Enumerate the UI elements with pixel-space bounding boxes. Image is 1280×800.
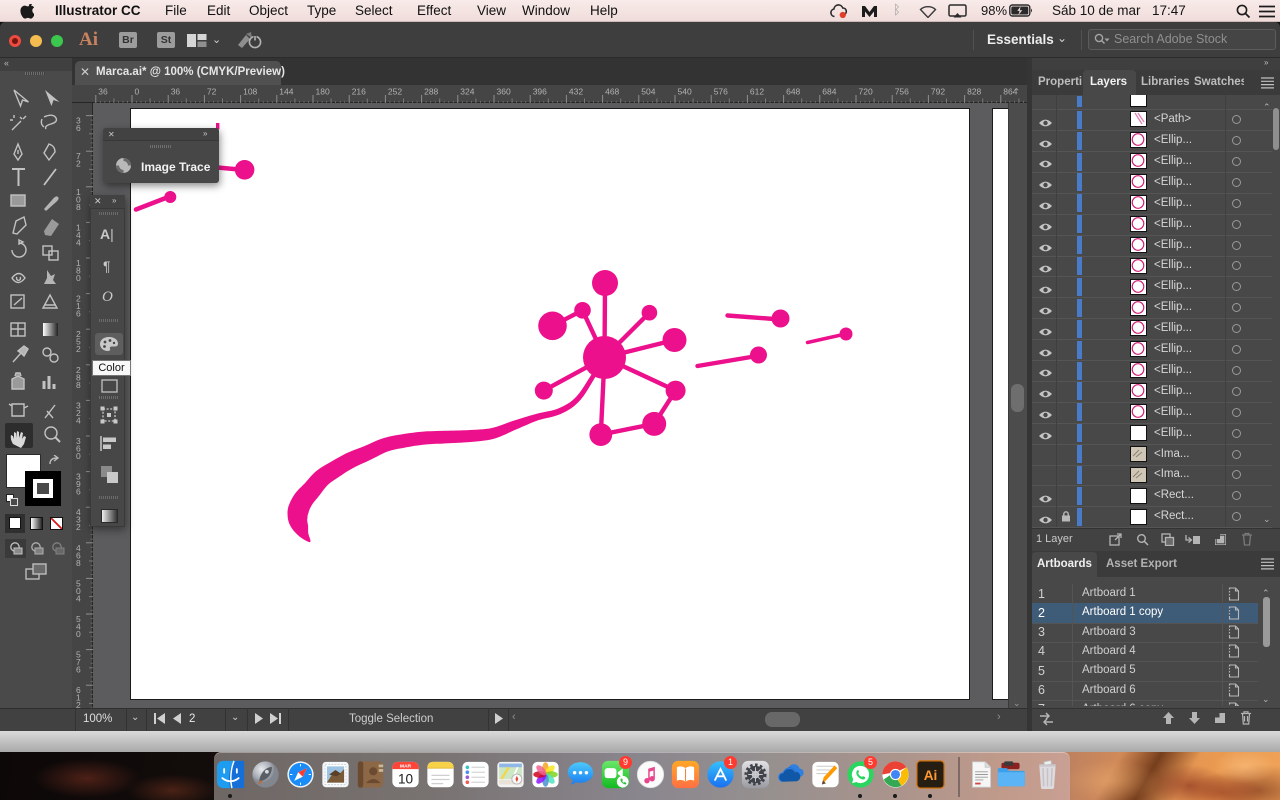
svg-text:828: 828: [967, 87, 981, 97]
svg-text:612: 612: [750, 87, 764, 97]
svg-text:2: 2: [76, 522, 81, 532]
svg-text:540: 540: [678, 87, 692, 97]
svg-text:6: 6: [76, 487, 81, 497]
svg-text:288: 288: [424, 87, 438, 97]
svg-text:4: 4: [76, 593, 81, 603]
svg-text:0: 0: [76, 629, 81, 639]
svg-text:216: 216: [352, 87, 366, 97]
svg-text:8: 8: [76, 202, 81, 212]
svg-text:396: 396: [533, 87, 547, 97]
svg-text:2: 2: [76, 344, 81, 354]
svg-text:Ai: Ai: [923, 768, 937, 783]
svg-text:504: 504: [641, 87, 655, 97]
svg-text:4: 4: [76, 415, 81, 425]
svg-text:6: 6: [76, 309, 81, 319]
svg-text:36: 36: [98, 87, 108, 97]
svg-text:144: 144: [279, 87, 293, 97]
svg-text:0: 0: [76, 273, 81, 283]
svg-text:0: 0: [76, 451, 81, 461]
svg-text:252: 252: [388, 87, 402, 97]
svg-text:2: 2: [76, 700, 81, 708]
svg-text:0: 0: [135, 87, 140, 97]
svg-text:180: 180: [316, 87, 330, 97]
svg-text:4: 4: [76, 237, 81, 247]
svg-text:360: 360: [497, 87, 511, 97]
svg-text:6: 6: [76, 665, 81, 675]
svg-text:720: 720: [859, 87, 873, 97]
svg-text:648: 648: [786, 87, 800, 97]
svg-text:36: 36: [171, 87, 181, 97]
svg-text:MAR: MAR: [399, 764, 411, 770]
svg-text:756: 756: [895, 87, 909, 97]
svg-text:8: 8: [76, 380, 81, 390]
svg-text:⌃: ⌃: [1013, 87, 1020, 97]
svg-text:792: 792: [931, 87, 945, 97]
svg-text:8: 8: [76, 558, 81, 568]
svg-text:108: 108: [243, 87, 257, 97]
svg-text:576: 576: [714, 87, 728, 97]
svg-text:72: 72: [207, 87, 217, 97]
svg-text:324: 324: [460, 87, 474, 97]
svg-text:468: 468: [605, 87, 619, 97]
svg-text:432: 432: [569, 87, 583, 97]
svg-text:6: 6: [76, 123, 81, 133]
svg-text:684: 684: [822, 87, 836, 97]
svg-text:2: 2: [76, 159, 81, 169]
svg-text:10: 10: [397, 772, 413, 787]
